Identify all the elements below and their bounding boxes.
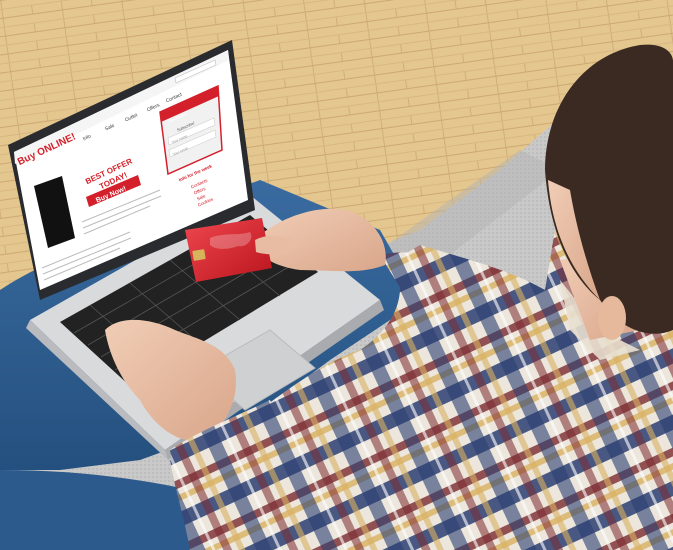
ear <box>598 296 626 340</box>
scene <box>0 0 673 550</box>
card-chip <box>192 249 206 261</box>
photo: Buy ONLINE! Info Sale Outlet Offers Cont… <box>0 0 673 550</box>
